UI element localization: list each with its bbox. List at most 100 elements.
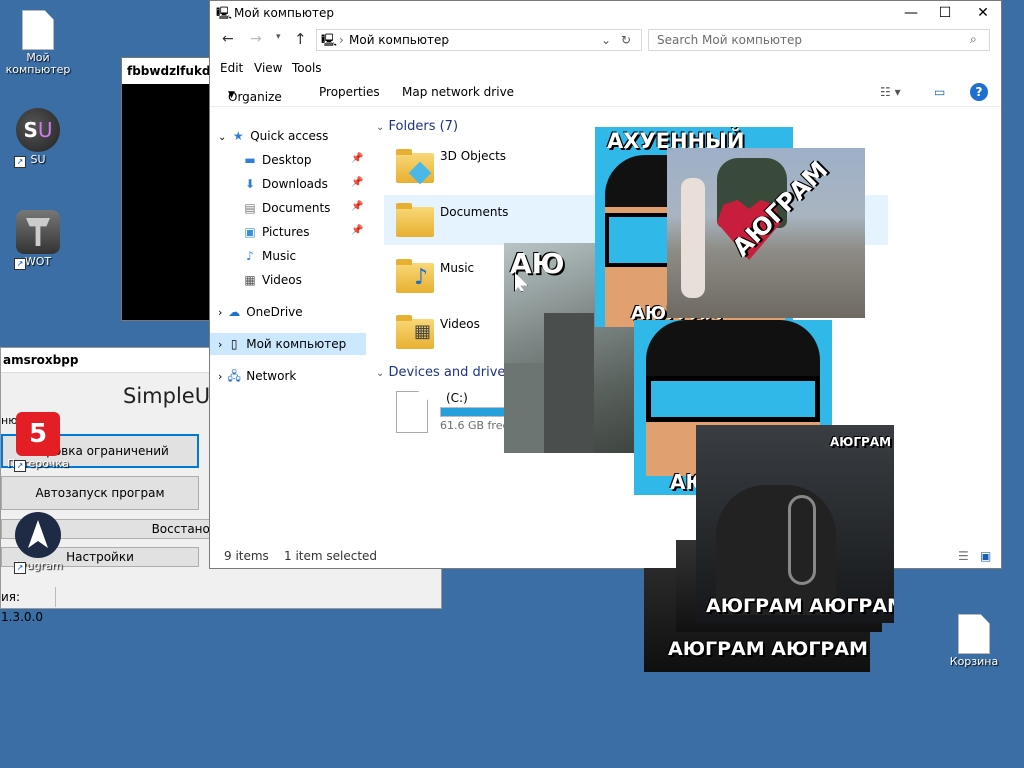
meme-caption: АЮГРАМ АЮГРАМ <box>706 595 894 617</box>
nav-network[interactable]: › 🖧 Network <box>218 365 296 387</box>
autostart-button[interactable]: Автозапуск програм <box>1 476 199 510</box>
search-input[interactable]: Search Мой компьютер <box>648 29 990 51</box>
computer-icon: 🖳 <box>321 33 338 47</box>
nav-videos[interactable]: ▦ Videos <box>242 269 302 291</box>
meme-caption: АЮГРАМ АЮГРАМ <box>668 638 868 660</box>
nav-quick-access[interactable]: ⌄ ★ Quick access <box>218 125 328 147</box>
selection-count: 1 item selected <box>284 549 378 563</box>
folder-3d-objects[interactable]: 3D Objects <box>392 143 512 191</box>
file-icon <box>22 10 54 50</box>
pin-icon: 📌 <box>351 153 364 164</box>
pyaterochka-app-icon: 5 <box>16 412 60 456</box>
nav-music[interactable]: ♪ Music <box>242 245 296 267</box>
drive-free-space: 61.6 GB free <box>440 419 510 432</box>
desktop-icon-label: WOT <box>24 255 52 268</box>
person-shape <box>681 178 705 298</box>
network-icon: 🖧 <box>227 369 241 383</box>
address-bar[interactable]: 🖳 › Мой компьютер › ⌄ ↻ <box>316 29 642 51</box>
shortcut-arrow-icon: ↗ <box>14 156 26 168</box>
refresh-icon[interactable]: ↻ <box>621 30 631 50</box>
up-arrow-icon[interactable]: ↑ <box>294 30 307 48</box>
document-icon: ▤ <box>244 201 256 215</box>
desktop-icon-my-computer[interactable]: Мой компьютер <box>2 10 74 76</box>
nav-documents[interactable]: ▤ Documents <box>242 197 330 219</box>
recent-dropdown-icon[interactable]: ▾ <box>276 32 281 42</box>
window-title: Мой компьютер <box>234 6 334 20</box>
music-note-icon: ♪ <box>414 265 429 290</box>
minimize-button[interactable]: — <box>894 1 928 25</box>
black-console-window[interactable]: fbbwdzlfukdkie <box>121 57 218 321</box>
maximize-button[interactable]: ☐ <box>928 1 962 25</box>
computer-icon: ▯ <box>230 337 238 351</box>
music-note-icon: ♪ <box>246 249 254 263</box>
meme-caption: АЮ <box>510 247 565 280</box>
noose-shape <box>788 495 816 585</box>
nav-desktop[interactable]: ▬ Desktop <box>242 149 311 171</box>
desktop-icon-label: Ayugram <box>13 559 63 572</box>
folder-music[interactable]: ♪ Music <box>392 255 512 303</box>
large-icons-view-icon[interactable]: ▣ <box>980 544 991 568</box>
meme-glasses <box>646 376 820 422</box>
folders-group-header[interactable]: ⌄ Folders (7) <box>376 119 458 134</box>
chevron-down-icon[interactable]: ⌄ <box>601 30 611 50</box>
breadcrumb[interactable]: Мой компьютер <box>349 30 449 50</box>
view-options-icon[interactable]: ☷ ▾ <box>880 85 901 99</box>
shortcut-arrow-icon: ↗ <box>14 258 26 270</box>
folder-name: Music <box>440 261 475 275</box>
shortcut-arrow-icon: ↗ <box>14 562 26 574</box>
menu-edit[interactable]: Edit <box>220 61 243 75</box>
folder-icon <box>396 203 434 237</box>
version-label: ия: 1.3.0.0 <box>1 587 56 624</box>
folder-name: Videos <box>440 317 480 331</box>
menu-tools[interactable]: Tools <box>292 61 322 75</box>
breadcrumb-separator-icon: › <box>445 33 450 47</box>
desktop-icon-label: Пятерочка <box>7 457 69 470</box>
picture-icon: ▣ <box>244 225 256 239</box>
properties-button[interactable]: Properties <box>319 85 380 99</box>
drive-icon <box>396 391 428 433</box>
desktop-icon: ▬ <box>244 153 256 167</box>
help-icon[interactable]: ? <box>970 83 988 101</box>
preview-pane-icon[interactable]: ▭ <box>934 85 945 99</box>
shortcut-arrow-icon: ↗ <box>14 460 26 472</box>
folder-name: 3D Objects <box>440 149 507 163</box>
close-button[interactable]: ✕ <box>966 1 1000 25</box>
desktop-icon-recycle-bin[interactable]: Корзина <box>938 614 1010 668</box>
desktop-icon-label: Корзина <box>949 655 999 668</box>
desktop-icon-su[interactable]: SU ↗ SU <box>2 108 74 168</box>
pin-icon: 📌 <box>351 201 364 212</box>
nav-this-pc[interactable]: › ▯ Мой компьютер <box>210 333 366 355</box>
nav-downloads[interactable]: ⬇ Downloads <box>242 173 328 195</box>
command-bar: Organize ▼ Properties Map network drive … <box>210 80 1001 107</box>
nav-onedrive[interactable]: › ☁ OneDrive <box>218 301 303 323</box>
devices-group-header[interactable]: ⌄ Devices and drives <box>376 365 512 380</box>
chevron-right-icon: › <box>218 370 223 383</box>
back-arrow-icon[interactable]: ← <box>222 31 234 47</box>
film-icon: ▦ <box>414 321 432 342</box>
desktop-icon-pyaterochka[interactable]: 5 ↗ Пятерочка <box>2 412 74 472</box>
desktop-icon-ayugram[interactable]: ↗ Ayugram <box>2 512 74 574</box>
map-network-drive-button[interactable]: Map network drive <box>402 85 514 99</box>
window-title: fbbwdzlfukdkie <box>122 58 217 84</box>
meme-hair <box>646 320 820 382</box>
pin-icon: 📌 <box>351 177 364 188</box>
menu-view[interactable]: View <box>254 61 282 75</box>
navigation-bar: ← → ▾ ↑ 🖳 › Мой компьютер › ⌄ ↻ Search М… <box>210 29 1001 55</box>
desktop-icon-wot[interactable]: ↗ WOT <box>2 210 74 270</box>
chevron-right-icon: › <box>218 338 223 351</box>
desktop-icon-label: SU <box>30 153 46 166</box>
heart-photo-image: АЮГРАМ <box>667 148 865 318</box>
wot-app-icon <box>16 210 60 254</box>
nav-pictures[interactable]: ▣ Pictures <box>242 221 309 243</box>
forward-arrow-icon[interactable]: → <box>250 31 262 47</box>
film-icon: ▦ <box>244 273 256 287</box>
menu-bar: Edit View Tools <box>210 61 1001 79</box>
title-bar[interactable]: 🖳 Мой компьютер — ☐ ✕ <box>210 1 1001 25</box>
cloud-icon: ☁ <box>228 305 241 319</box>
folder-videos[interactable]: ▦ Videos <box>392 311 512 359</box>
chevron-right-icon: › <box>218 306 223 319</box>
pin-icon: 📌 <box>351 225 364 236</box>
item-count: 9 items <box>224 549 269 563</box>
details-view-icon[interactable]: ☰ <box>958 544 969 568</box>
search-icon: ⌕ <box>970 32 977 46</box>
